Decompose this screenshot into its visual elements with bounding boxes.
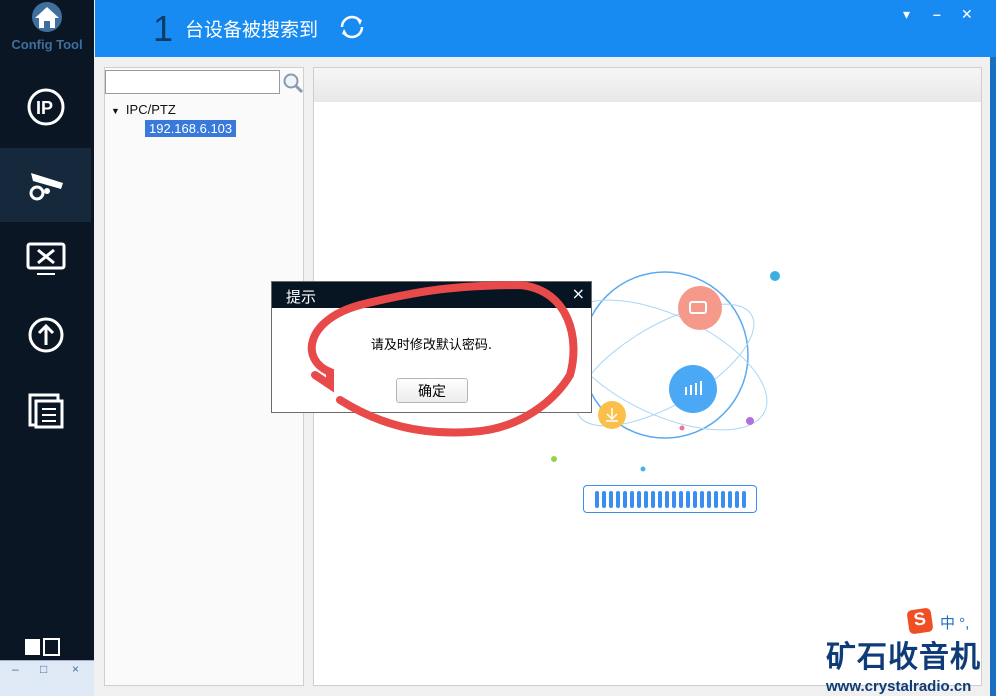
header: 1 台设备被搜索到 ▾ – ✕: [95, 0, 996, 57]
mini-window: – □ ×: [0, 660, 94, 696]
device-count: 1: [153, 8, 174, 49]
progress-segment: [601, 490, 606, 508]
progress-segment: [741, 490, 746, 508]
search-input[interactable]: [105, 70, 280, 94]
tools-monitor-icon: [26, 242, 65, 275]
dialog-titlebar: 提示 ×: [272, 282, 591, 308]
dialog-close-icon[interactable]: ×: [572, 284, 585, 303]
watermark-title: 矿石收音机: [826, 641, 981, 674]
home-icon: [32, 2, 62, 32]
progress-segment: [678, 490, 683, 508]
sidebar-item-ip-modify[interactable]: IP: [0, 70, 91, 144]
home-button[interactable]: Config Tool: [0, 2, 94, 52]
dialog-title: 提示: [286, 288, 317, 306]
ime-logo-icon[interactable]: S: [906, 607, 934, 635]
sidebar-item-documents[interactable]: [0, 374, 91, 448]
svg-text:IP: IP: [36, 98, 53, 118]
progress-segment: [699, 490, 704, 508]
camera-gear-icon: [29, 173, 63, 201]
progress-segment: [615, 490, 620, 508]
progress-segment: [657, 490, 662, 508]
mini-close-icon[interactable]: ×: [72, 662, 79, 676]
dropdown-menu-icon[interactable]: ▾: [903, 6, 910, 23]
sidebar-item-upgrade[interactable]: [0, 298, 91, 372]
layout-toggle-icon[interactable]: [24, 638, 62, 661]
progress-segment: [643, 490, 648, 508]
minimize-icon[interactable]: –: [933, 6, 941, 22]
progress-segment: [664, 490, 669, 508]
tree-root[interactable]: ▼ IPC/PTZ: [111, 102, 176, 117]
progress-segment: [622, 490, 627, 508]
document-list-icon: [28, 393, 63, 429]
upgrade-icon: [28, 317, 63, 353]
mini-minimize-icon[interactable]: –: [12, 662, 19, 676]
progress-segment: [727, 490, 732, 508]
progress-segment: [713, 490, 718, 508]
progress-segment: [685, 490, 690, 508]
ok-button[interactable]: 确定: [396, 378, 468, 403]
progress-segment: [706, 490, 711, 508]
signal-icon: [669, 365, 717, 413]
progress-segment: [650, 490, 655, 508]
tree-root-label: IPC/PTZ: [125, 102, 176, 117]
progress-segment: [629, 490, 634, 508]
main-panel-toolbar: [314, 68, 981, 102]
dialog-message: 请及时修改默认密码.: [370, 338, 493, 353]
close-icon[interactable]: ✕: [961, 6, 973, 23]
prompt-dialog: 提示 × 请及时修改默认密码. 确定: [271, 281, 592, 413]
expand-arrow-icon[interactable]: ▼: [111, 106, 120, 116]
progress-segment: [608, 490, 613, 508]
search-progress-bar: [583, 485, 757, 513]
watermark: 矿石收音机 www.crystalradio.cn: [826, 632, 981, 695]
progress-segment: [594, 490, 599, 508]
ip-edit-icon: IP: [27, 88, 64, 126]
refresh-icon[interactable]: [337, 12, 367, 47]
camera-icon: [678, 286, 722, 330]
sidebar: Config Tool IP: [0, 0, 94, 696]
device-ip-item[interactable]: 192.168.6.103: [145, 120, 237, 137]
progress-segment: [720, 490, 725, 508]
mini-maximize-icon[interactable]: □: [40, 662, 47, 676]
window-edge: [990, 57, 996, 696]
sidebar-item-device-config[interactable]: [0, 148, 91, 222]
watermark-url: www.crystalradio.cn: [826, 678, 972, 695]
app-logo-label: Config Tool: [11, 37, 83, 52]
ime-status[interactable]: 中 °,: [940, 612, 970, 633]
progress-segment: [636, 490, 641, 508]
progress-segment: [692, 490, 697, 508]
sidebar-item-system-settings[interactable]: [0, 222, 91, 296]
progress-segment: [671, 490, 676, 508]
progress-segment: [734, 490, 739, 508]
search-icon[interactable]: [282, 72, 304, 99]
header-title: 台设备被搜索到: [185, 19, 319, 41]
